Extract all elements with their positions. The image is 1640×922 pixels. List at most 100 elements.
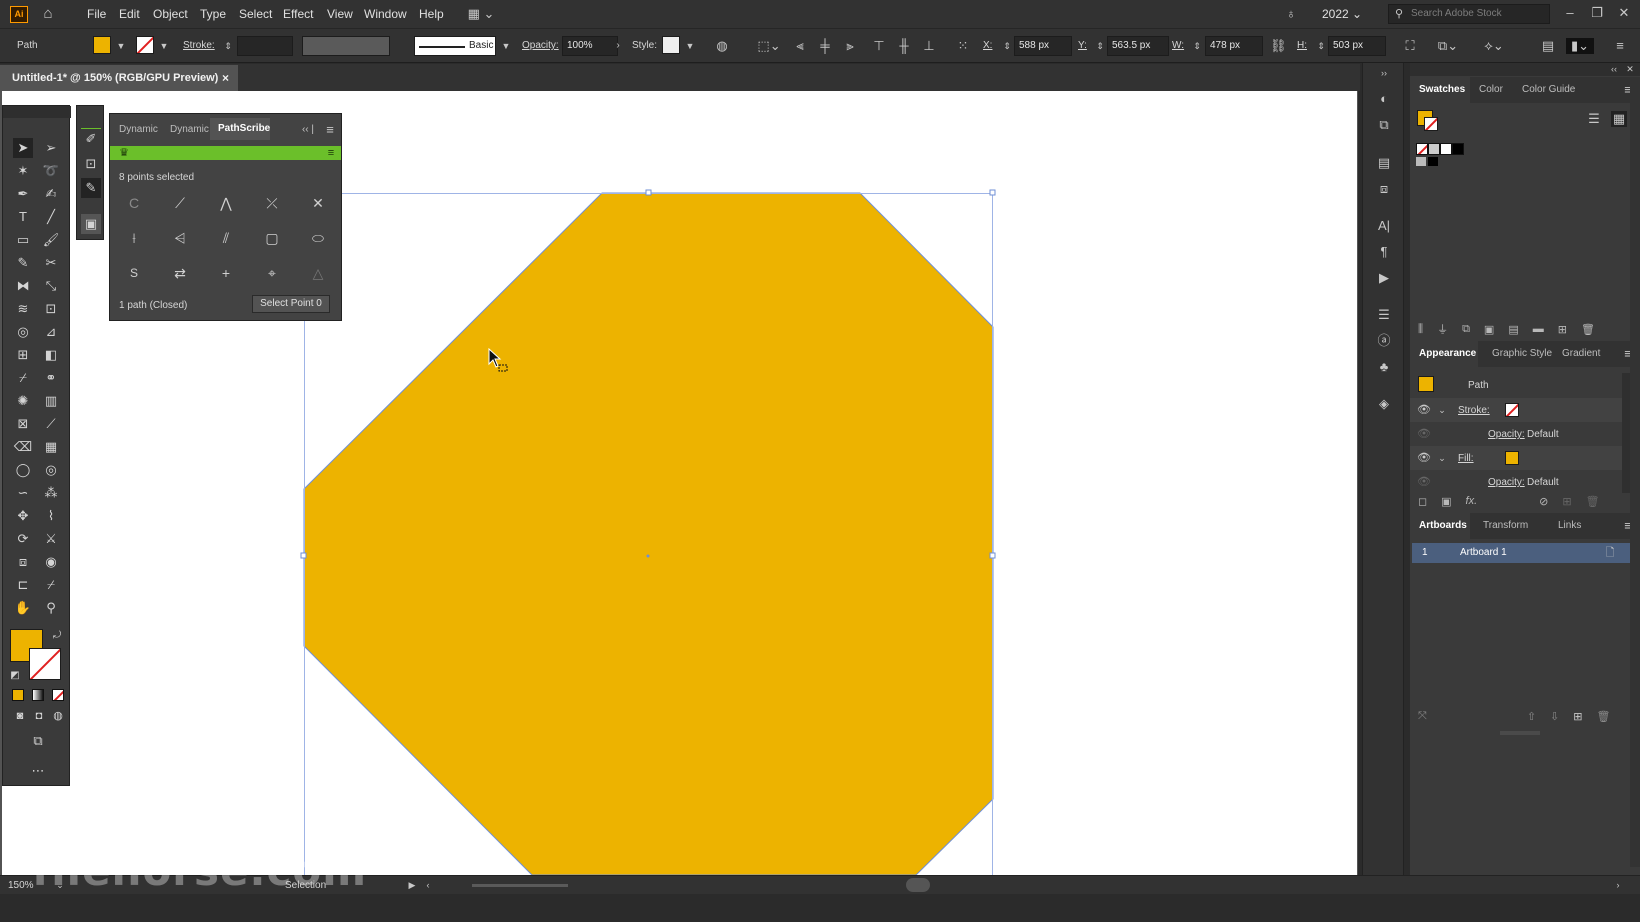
brush-definition[interactable]: Basic bbox=[414, 36, 496, 56]
chevron-down-icon[interactable]: ▼ bbox=[156, 38, 172, 54]
collapse-panel-icon[interactable]: ‹‹ | bbox=[300, 122, 316, 138]
stroke-label[interactable]: Stroke: bbox=[1458, 405, 1490, 416]
column-graph-tool-icon[interactable]: ▥ bbox=[41, 391, 61, 411]
screen-mode-icon[interactable]: ⧉ bbox=[28, 731, 48, 751]
warp-tool-icon[interactable]: ≋ bbox=[13, 299, 33, 319]
close-tab-icon[interactable]: × bbox=[222, 65, 229, 91]
home-icon[interactable]: ⌂ bbox=[40, 6, 56, 22]
pencil-tool-icon[interactable]: ✎ bbox=[13, 253, 33, 273]
add-point-icon[interactable]: + bbox=[215, 262, 237, 284]
opacity-label[interactable]: Opacity: bbox=[522, 40, 559, 51]
stroke-panel-icon[interactable]: ☰ bbox=[1376, 307, 1392, 323]
draw-inside-icon[interactable]: ◍ bbox=[48, 706, 68, 726]
shape-builder-tool-icon[interactable]: ◎ bbox=[13, 322, 33, 342]
draw-normal-icon[interactable]: ◙ bbox=[10, 706, 30, 726]
stroke-swatch[interactable] bbox=[1505, 403, 1519, 417]
duplicate-item-icon[interactable]: ⊞ bbox=[1562, 495, 1571, 508]
tab-appearance-label[interactable]: Appearance bbox=[1419, 348, 1476, 359]
reverse-path-icon[interactable]: ⇄ bbox=[169, 262, 191, 284]
variable-width-profile[interactable] bbox=[302, 36, 390, 56]
puppet-warp-tool-icon[interactable]: ✥ bbox=[13, 506, 33, 526]
color-mode-button[interactable] bbox=[12, 689, 24, 701]
align-right-icon[interactable]: ⫸ bbox=[842, 38, 858, 54]
gradient-mode-button[interactable] bbox=[32, 689, 44, 701]
selection-tool-icon[interactable]: ➤ bbox=[13, 138, 33, 158]
start-point-icon[interactable]: S bbox=[123, 262, 145, 284]
stroke-label[interactable]: Stroke: bbox=[183, 40, 215, 51]
artboard-tool-icon[interactable]: ⊠ bbox=[13, 414, 33, 434]
dynamic-shape-tool-icon[interactable]: ⊡ bbox=[81, 154, 101, 174]
brush-tool-icon[interactable]: ⌇ bbox=[41, 506, 61, 526]
panel-menu-icon[interactable]: ≡ bbox=[322, 122, 338, 138]
eraser-tool-icon[interactable]: ⌫ bbox=[13, 437, 33, 457]
lasso-pen-tool-icon[interactable]: ⟳ bbox=[13, 529, 33, 549]
rectangle-tool-icon[interactable]: ▭ bbox=[13, 230, 33, 250]
panel-options-icon[interactable]: ▮⌄ bbox=[1566, 38, 1594, 54]
type-tool-icon[interactable]: T bbox=[13, 207, 33, 227]
h-field[interactable]: 503 px bbox=[1328, 36, 1386, 56]
symbols-panel-icon[interactable]: ♣ bbox=[1376, 359, 1392, 375]
stroke-weight-field[interactable] bbox=[237, 36, 293, 56]
stroke-swatch[interactable] bbox=[136, 36, 154, 54]
align-top-icon[interactable]: ⊤ bbox=[871, 38, 887, 54]
x-label[interactable]: X: bbox=[983, 40, 992, 51]
smooth-tool-icon[interactable]: ∽ bbox=[13, 483, 33, 503]
isolate-icon[interactable]: ⟡⌄ bbox=[1480, 38, 1508, 54]
pen-tool-icon[interactable]: ✒ bbox=[13, 184, 33, 204]
line-tool-icon[interactable]: ╱ bbox=[41, 207, 61, 227]
spiral-tool-icon[interactable]: ◉ bbox=[41, 552, 61, 572]
gradient-tool-icon[interactable]: ◧ bbox=[41, 345, 61, 365]
menu-file[interactable]: File bbox=[87, 7, 106, 21]
minimize-icon[interactable]: – bbox=[1562, 5, 1578, 21]
mesh-tool-icon[interactable]: ⊞ bbox=[13, 345, 33, 365]
stepper-icon[interactable]: ⇕ bbox=[1313, 38, 1329, 54]
swatch-folder[interactable] bbox=[1416, 157, 1426, 166]
header-menu-icon[interactable]: ≡ bbox=[323, 145, 339, 161]
color-group-icon[interactable]: ▣ bbox=[1484, 323, 1494, 336]
eye-icon[interactable]: 👁 bbox=[1416, 402, 1432, 418]
align-to-icon[interactable]: ⬚⌄ bbox=[756, 38, 782, 54]
tab-swatches-label[interactable]: Swatches bbox=[1419, 84, 1465, 95]
lightbulb-icon[interactable]: ♁ bbox=[1283, 6, 1299, 22]
fill-swatch[interactable] bbox=[1505, 451, 1519, 465]
eyedropper-tool-icon[interactable]: ⌿ bbox=[13, 368, 33, 388]
align-panel-icon[interactable]: ▤ bbox=[1376, 155, 1392, 171]
tab-dynamic-2[interactable]: Dynamic bbox=[170, 124, 209, 135]
swatch-libraries-icon[interactable]: ⫼ bbox=[1418, 323, 1423, 336]
delete-swatch-icon[interactable]: 🗑 bbox=[1581, 323, 1595, 336]
close-dock-icon[interactable]: ✕ bbox=[1622, 61, 1638, 77]
x-field[interactable]: 588 px bbox=[1014, 36, 1072, 56]
fill-label[interactable]: Fill: bbox=[1458, 453, 1474, 464]
image-trace-tool-icon[interactable]: ⧈ bbox=[13, 552, 33, 572]
scatter-tool-icon[interactable]: ⁂ bbox=[41, 483, 61, 503]
swatch-black[interactable] bbox=[1452, 143, 1464, 155]
close-path-icon[interactable]: ▢ bbox=[261, 227, 283, 249]
tab-gradient[interactable]: Gradient bbox=[1562, 348, 1600, 359]
draw-behind-icon[interactable]: ◘ bbox=[29, 706, 49, 726]
color-panel-icon[interactable]: ◐ bbox=[1376, 91, 1392, 107]
magic-wand-tool-icon[interactable]: ✶ bbox=[13, 161, 33, 181]
glyphs-panel-icon[interactable]: ⓐ bbox=[1376, 333, 1392, 349]
slice-tool-icon[interactable]: ⟋ bbox=[41, 414, 61, 434]
swatch-none[interactable] bbox=[1416, 143, 1428, 155]
tab-graphic-style[interactable]: Graphic Style bbox=[1492, 348, 1552, 359]
break-point-icon[interactable]: ⤫ bbox=[261, 192, 283, 214]
w-label[interactable]: W: bbox=[1172, 40, 1184, 51]
appearance-scrollbar[interactable] bbox=[1622, 373, 1630, 493]
new-artboard-icon[interactable]: ⊞ bbox=[1573, 710, 1582, 723]
tab-dynamic-1[interactable]: Dynamic bbox=[119, 124, 158, 135]
horizontal-scrollbar-thumb[interactable] bbox=[906, 878, 930, 892]
restore-icon[interactable]: ❐ bbox=[1589, 5, 1605, 21]
tab-artboards-label[interactable]: Artboards bbox=[1419, 520, 1467, 531]
fill-opacity-row[interactable]: 👁 Opacity: Default bbox=[1410, 471, 1622, 493]
chevron-down-icon[interactable]: ▼ bbox=[682, 38, 698, 54]
artboard-row[interactable]: 1 Artboard 1 🗋 bbox=[1412, 543, 1630, 563]
swatch-registration[interactable] bbox=[1428, 143, 1440, 155]
shape-mode-icon[interactable]: ⧉⌄ bbox=[1434, 38, 1462, 54]
h-label[interactable]: H: bbox=[1297, 40, 1307, 51]
reflect-tool-icon[interactable]: ⧓ bbox=[13, 276, 33, 296]
paragraph-panel-icon[interactable]: ¶ bbox=[1376, 244, 1392, 260]
scale-tool-icon[interactable]: ⤡ bbox=[41, 276, 61, 296]
fill-swatch[interactable] bbox=[93, 36, 111, 54]
paintbrush-tool-icon[interactable]: 🖌 bbox=[41, 230, 61, 250]
